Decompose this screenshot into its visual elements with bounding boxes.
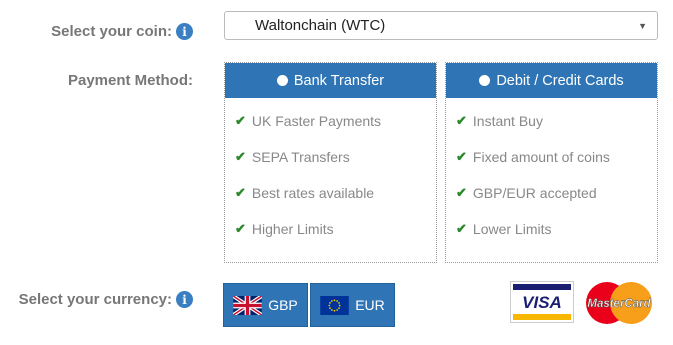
feature-item: ✔ UK Faster Payments bbox=[235, 113, 381, 129]
panel-title-bank-transfer: Bank Transfer bbox=[293, 72, 385, 89]
feature-label: Fixed amount of coins bbox=[472, 149, 610, 165]
coin-label-row: Select your coin: i bbox=[51, 23, 193, 40]
feature-label: UK Faster Payments bbox=[251, 113, 382, 129]
visa-logo: VISA bbox=[510, 281, 574, 323]
feature-item: ✔ Best rates available bbox=[235, 185, 374, 201]
panel-header-bank-transfer[interactable]: Bank Transfer bbox=[225, 63, 436, 98]
coin-select-value: Waltonchain (WTC) bbox=[255, 17, 386, 34]
feature-label: Instant Buy bbox=[472, 113, 543, 129]
coin-label: Select your coin: bbox=[51, 23, 172, 40]
currency-code-eur: EUR bbox=[355, 297, 385, 313]
feature-item: ✔ Higher Limits bbox=[235, 221, 334, 237]
feature-label: Higher Limits bbox=[251, 221, 334, 237]
radio-unselected-icon[interactable] bbox=[479, 75, 491, 86]
currency-button-eur[interactable]: EUR bbox=[310, 283, 395, 327]
feature-label: Best rates available bbox=[251, 185, 375, 201]
check-icon: ✔ bbox=[456, 221, 467, 236]
info-icon[interactable]: i bbox=[176, 23, 193, 40]
check-icon: ✔ bbox=[235, 221, 246, 236]
check-icon: ✔ bbox=[456, 185, 467, 200]
eu-flag-icon bbox=[320, 295, 349, 315]
panel-title-cards: Debit / Credit Cards bbox=[496, 72, 624, 89]
check-icon: ✔ bbox=[456, 149, 467, 164]
check-icon: ✔ bbox=[235, 185, 246, 200]
payment-label-row: Payment Method: bbox=[68, 72, 193, 89]
currency-label: Select your currency: bbox=[18, 291, 172, 308]
coin-select[interactable]: Waltonchain (WTC) ▼ bbox=[224, 11, 658, 40]
mastercard-logo: MasterCard bbox=[586, 282, 652, 324]
feature-item: ✔ Lower Limits bbox=[456, 221, 552, 237]
panel-header-cards[interactable]: Debit / Credit Cards bbox=[446, 63, 657, 98]
feature-label: Lower Limits bbox=[472, 221, 552, 237]
currency-code-gbp: GBP bbox=[268, 297, 298, 313]
visa-logo-text: VISA bbox=[522, 293, 562, 312]
payment-option-cards[interactable]: Debit / Credit Cards ✔ Instant Buy ✔ Fixed… bbox=[445, 62, 658, 263]
mastercard-logo-text: MasterCard bbox=[587, 298, 651, 310]
check-icon: ✔ bbox=[235, 113, 246, 128]
feature-item: ✔ Fixed amount of coins bbox=[456, 149, 610, 165]
feature-label: GBP/EUR accepted bbox=[472, 185, 597, 201]
feature-item: ✔ SEPA Transfers bbox=[235, 149, 350, 165]
radio-selected-icon[interactable] bbox=[276, 75, 288, 86]
payment-option-bank-transfer[interactable]: Bank Transfer ✔ UK Faster Payments ✔ SEPA … bbox=[224, 62, 437, 263]
check-icon: ✔ bbox=[456, 113, 467, 128]
chevron-down-icon: ▼ bbox=[638, 21, 647, 31]
feature-item: ✔ Instant Buy bbox=[456, 113, 543, 129]
info-icon[interactable]: i bbox=[176, 291, 193, 308]
feature-label: SEPA Transfers bbox=[251, 149, 350, 165]
check-icon: ✔ bbox=[235, 149, 246, 164]
currency-button-gbp[interactable]: GBP bbox=[223, 283, 308, 327]
feature-item: ✔ GBP/EUR accepted bbox=[456, 185, 597, 201]
uk-flag-icon bbox=[233, 295, 263, 315]
currency-label-row: Select your currency: i bbox=[19, 291, 193, 308]
payment-label: Payment Method: bbox=[67, 72, 193, 89]
